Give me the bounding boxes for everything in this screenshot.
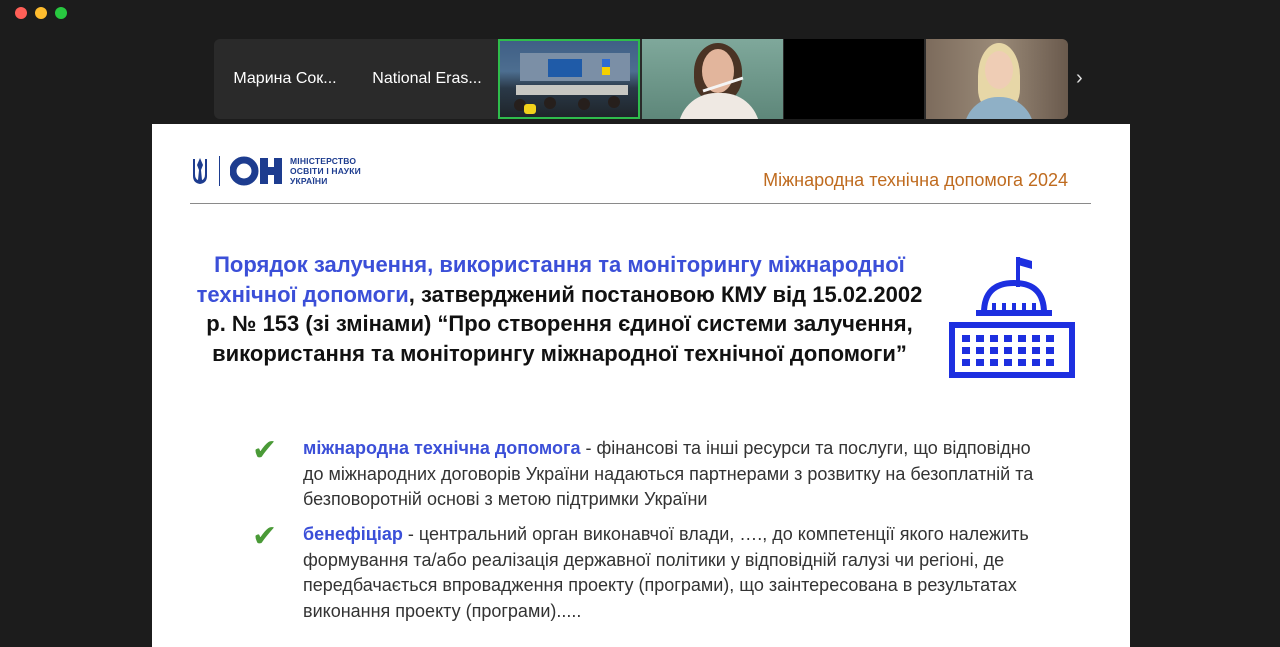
- maximize-window-button[interactable]: [55, 7, 67, 19]
- flag-icon: [602, 59, 610, 75]
- minimize-window-button[interactable]: [35, 7, 47, 19]
- person-face: [985, 51, 1013, 89]
- ministry-name: МІНІСТЕРСТВО ОСВІТИ І НАУКИ УКРАЇНИ: [290, 156, 361, 186]
- shared-screen-slide: МІНІСТЕРСТВО ОСВІТИ І НАУКИ УКРАЇНИ Міжн…: [152, 124, 1130, 647]
- definition-term: міжнародна технічна допомога: [303, 438, 581, 458]
- participant-name: National Eras...: [372, 70, 482, 87]
- window-controls: [15, 7, 67, 19]
- room-screen: [548, 59, 582, 77]
- mon-logo-mark: [230, 156, 282, 186]
- checkmark-icon: ✔: [252, 520, 278, 553]
- participant-video-off[interactable]: [784, 39, 924, 119]
- parliament-building-icon: [949, 257, 1075, 378]
- header-divider: [190, 203, 1091, 204]
- person-body: [964, 97, 1034, 119]
- audience-head: [578, 98, 590, 110]
- participant-name: Марина Сок...: [233, 70, 337, 87]
- participant-video-active-speaker[interactable]: [498, 39, 640, 119]
- participant-tile[interactable]: Марина Сок...: [214, 39, 356, 119]
- participant-video[interactable]: [926, 39, 1068, 119]
- participant-video[interactable]: [642, 39, 783, 119]
- slide-main-title: Порядок залучення, використання та моніт…: [192, 250, 927, 368]
- close-window-button[interactable]: [15, 7, 27, 19]
- person-body: [678, 93, 760, 119]
- definition-body: - центральний орган виконавчої влади, ….…: [303, 524, 1029, 621]
- audience-head: [608, 96, 620, 108]
- definition-term: бенефіціар: [303, 524, 403, 544]
- participant-tile[interactable]: National Eras...: [356, 39, 498, 119]
- definition-text: бенефіціар - центральний орган виконавчо…: [303, 522, 1043, 624]
- audience-head: [544, 97, 556, 109]
- trident-icon: [193, 158, 207, 184]
- participants-strip: Марина Сок... National Eras...: [214, 39, 1068, 119]
- definition-text: міжнародна технічна допомога - фінансові…: [303, 436, 1043, 513]
- room-desk: [516, 85, 628, 95]
- ministry-logo: МІНІСТЕРСТВО ОСВІТИ І НАУКИ УКРАЇНИ: [190, 156, 361, 186]
- chevron-right-icon[interactable]: ›: [1076, 68, 1083, 88]
- checkmark-icon: ✔: [252, 434, 278, 467]
- audience-item: [524, 104, 536, 114]
- slide-header-title: Міжнародна технічна допомога 2024: [763, 170, 1068, 190]
- logo-divider: [219, 156, 220, 186]
